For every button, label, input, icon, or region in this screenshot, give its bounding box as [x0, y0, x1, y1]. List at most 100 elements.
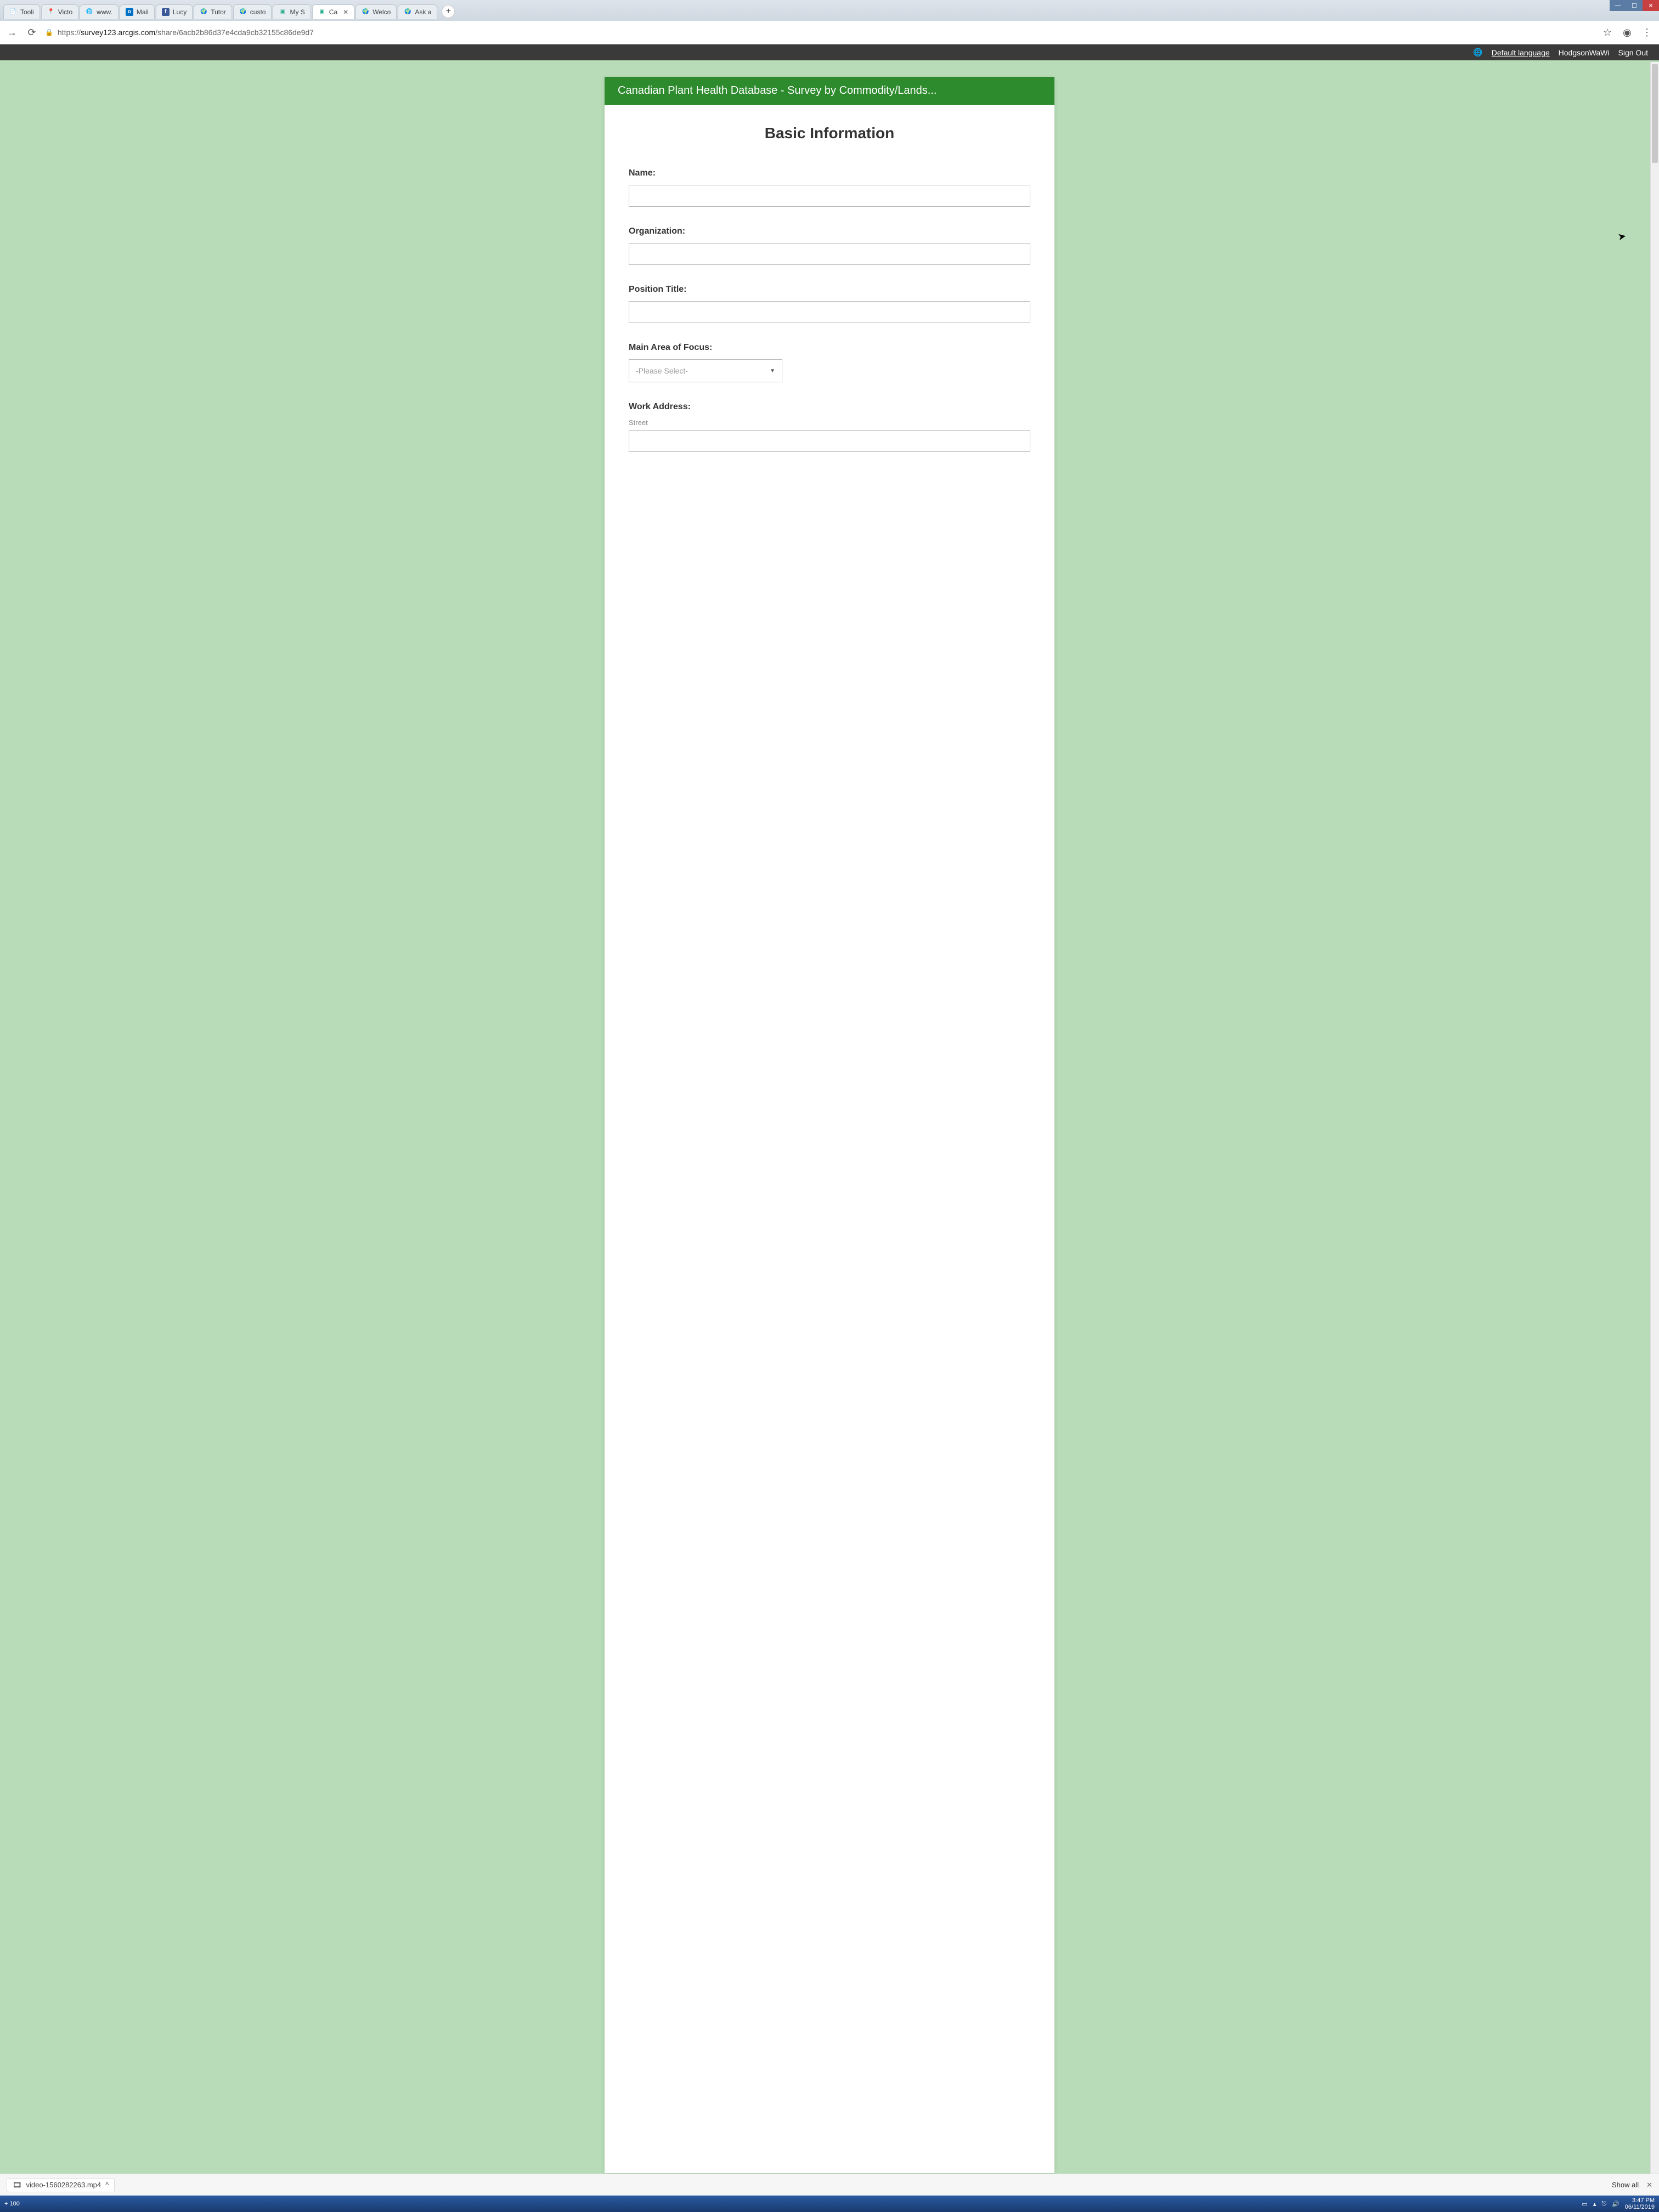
position-input[interactable]	[629, 301, 1030, 323]
app-top-bar: 🌐 Default language HodgsonWaWi Sign Out	[0, 44, 1659, 60]
show-all-link[interactable]: Show all	[1612, 2181, 1639, 2189]
tab-label: Mail	[137, 8, 149, 16]
tray-time: 3:47 PM	[1625, 2197, 1655, 2204]
globe-icon: 🌐	[1473, 48, 1482, 57]
form-body: Basic Information Name: Organization: Po…	[605, 105, 1054, 491]
tab-mys[interactable]: ▣ My S	[273, 4, 311, 19]
field-organization: Organization:	[629, 227, 1030, 265]
tab-label: Ask a	[415, 8, 431, 16]
windows-taskbar[interactable]: + 100 ▭ ▴ ⎋ 🔊 3:47 PM 06/11/2019	[0, 2196, 1659, 2212]
section-title: Basic Information	[629, 125, 1030, 142]
page-background: Canadian Plant Health Database - Survey …	[0, 60, 1659, 2174]
taskbar-left-text: + 100	[4, 2200, 20, 2207]
scroll-thumb[interactable]	[1652, 64, 1658, 163]
url-bar[interactable]: 🔒 https://survey123.arcgis.com/share/6ac…	[45, 28, 1594, 37]
tab-label: My S	[290, 8, 304, 16]
download-bar-right: Show all ✕	[1612, 2181, 1652, 2190]
nav-forward-button[interactable]: →	[5, 27, 19, 38]
browser-chrome: 📄Tooli 📍Victo 🌐 www. o Mail fLucy 🌍 Tutor 🌍…	[0, 0, 1659, 44]
window-minimize-button[interactable]: —	[1610, 0, 1626, 11]
name-input[interactable]	[629, 185, 1030, 207]
tab-mail[interactable]: o Mail	[120, 4, 155, 19]
field-focus: Main Area of Focus: -Please Select- ▼	[629, 343, 1030, 382]
tray-battery-icon[interactable]: ▭	[1582, 2200, 1587, 2208]
new-tab-button[interactable]: +	[442, 5, 455, 18]
signout-link[interactable]: Sign Out	[1618, 48, 1648, 57]
tray-up-icon[interactable]: ▴	[1593, 2200, 1596, 2208]
window-controls: — ☐ ✕	[1610, 0, 1659, 11]
name-label: Name:	[629, 168, 1030, 178]
tray-volume-icon[interactable]: 🔊	[1612, 2200, 1620, 2208]
tab-icon: 🌐	[86, 8, 93, 16]
tab-aska[interactable]: 🌍 Ask a	[398, 4, 437, 19]
tab-label: Welco	[373, 8, 391, 16]
focus-label: Main Area of Focus:	[629, 343, 1030, 353]
username-label[interactable]: HodgsonWaWi	[1559, 48, 1610, 57]
field-address: Work Address: Street	[629, 402, 1030, 452]
tab-label: Tooli	[20, 8, 34, 16]
download-item[interactable]: 🎞 video-1560282263.mp4 ^	[7, 2178, 115, 2192]
tab-victo[interactable]: 📍Victo	[41, 4, 78, 19]
url-text: https://survey123.arcgis.com/share/6acb2…	[58, 28, 314, 37]
profile-icon[interactable]: ◉	[1621, 27, 1634, 38]
tab-label: Victo	[58, 8, 72, 16]
download-bar: 🎞 video-1560282263.mp4 ^ Show all ✕	[0, 2174, 1659, 2196]
tab-ca[interactable]: ▣Ca ✕	[312, 4, 354, 19]
page-viewport: 🌐 Default language HodgsonWaWi Sign Out …	[0, 44, 1659, 2174]
survey-icon: ▣	[318, 8, 326, 16]
tab-custo[interactable]: 🌍custo	[233, 4, 272, 19]
focus-placeholder: -Please Select-	[636, 366, 688, 375]
caret-down-icon: ▼	[770, 368, 775, 374]
address-bar-row: → ⟳ 🔒 https://survey123.arcgis.com/share…	[0, 21, 1659, 44]
tab-icon: 📄	[9, 8, 17, 16]
tab-tutor[interactable]: 🌍 Tutor	[194, 4, 232, 19]
tab-label: custo	[250, 8, 266, 16]
tab-label: Lucy	[173, 8, 187, 16]
organization-input[interactable]	[629, 243, 1030, 265]
window-maximize-button[interactable]: ☐	[1626, 0, 1643, 11]
lock-icon: 🔒	[45, 29, 53, 36]
tab-strip: 📄Tooli 📍Victo 🌐 www. o Mail fLucy 🌍 Tutor 🌍…	[0, 0, 1659, 21]
position-label: Position Title:	[629, 285, 1030, 295]
vertical-scrollbar[interactable]	[1650, 62, 1659, 2174]
globe-icon: 🌍	[362, 8, 369, 16]
default-language-link[interactable]: Default language	[1492, 48, 1550, 57]
tab-icon: 📍	[47, 8, 55, 16]
tab-lucy[interactable]: fLucy	[156, 4, 193, 19]
tray-network-icon[interactable]: ⎋	[1601, 2200, 1606, 2208]
tray-date: 06/11/2019	[1625, 2204, 1655, 2210]
globe-icon: 🌍	[239, 8, 247, 16]
address-street-input[interactable]	[629, 430, 1030, 452]
tab-label: Ca	[329, 8, 337, 16]
tab-label: Tutor	[211, 8, 226, 16]
form-container: Canadian Plant Health Database - Survey …	[605, 77, 1054, 2173]
address-sublabel: Street	[629, 418, 1030, 427]
taskbar-left: + 100	[4, 2200, 20, 2207]
chevron-up-icon[interactable]: ^	[105, 2181, 109, 2189]
close-icon[interactable]: ✕	[1646, 2181, 1652, 2190]
tab-label: www.	[97, 8, 112, 16]
field-position: Position Title:	[629, 285, 1030, 323]
nav-reload-button[interactable]: ⟳	[25, 27, 38, 38]
globe-icon: 🌍	[200, 8, 207, 16]
kebab-menu-icon[interactable]: ⋮	[1640, 27, 1654, 38]
facebook-icon: f	[162, 8, 170, 16]
tab-tooli[interactable]: 📄Tooli	[3, 4, 40, 19]
video-file-icon: 🎞	[13, 2181, 22, 2190]
tab-welco[interactable]: 🌍 Welco	[356, 4, 397, 19]
outlook-icon: o	[126, 8, 133, 16]
window-close-button[interactable]: ✕	[1643, 0, 1659, 11]
survey-icon: ▣	[279, 8, 286, 16]
focus-select[interactable]: -Please Select- ▼	[629, 359, 782, 382]
system-tray[interactable]: ▭ ▴ ⎋ 🔊 3:47 PM 06/11/2019	[1582, 2197, 1655, 2210]
download-filename: video-1560282263.mp4	[26, 2181, 101, 2189]
organization-label: Organization:	[629, 227, 1030, 236]
tab-close-icon[interactable]: ✕	[343, 8, 348, 16]
form-title: Canadian Plant Health Database - Survey …	[605, 77, 1054, 105]
tab-www[interactable]: 🌐 www.	[80, 4, 119, 19]
tray-clock[interactable]: 3:47 PM 06/11/2019	[1625, 2197, 1655, 2210]
globe-icon: 🌍	[404, 8, 411, 16]
address-label: Work Address:	[629, 402, 1030, 412]
field-name: Name:	[629, 168, 1030, 207]
bookmark-star-icon[interactable]: ☆	[1601, 27, 1614, 38]
